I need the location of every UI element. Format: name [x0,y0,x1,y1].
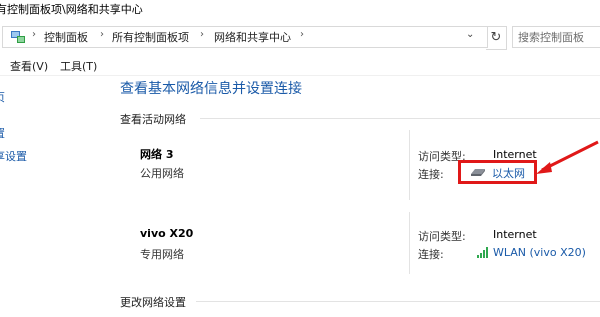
left-link-sharing-settings[interactable]: 享设置 [0,148,27,164]
section-divider [196,301,600,302]
address-dropdown-icon[interactable]: ⌄ [466,29,474,40]
menu-tools[interactable]: 工具(T) [60,58,97,74]
network-type[interactable]: 公用网络 [140,165,184,181]
network-divider [409,130,410,200]
search-placeholder: 搜索控制面板 [518,31,584,44]
network-type[interactable]: 专用网络 [140,246,184,262]
network-name: vivo X20 [140,227,194,240]
connection-label: 连接: [418,168,444,181]
breadcrumb-separator[interactable]: › [200,29,204,40]
breadcrumb-separator[interactable]: › [300,29,304,40]
annotation-arrow [536,140,599,174]
breadcrumb-network-center[interactable]: 网络和共享中心 [214,29,291,45]
change-settings-heading: 更改网络设置 [120,296,186,309]
breadcrumb-separator[interactable]: › [32,29,36,40]
breadcrumb-all-items[interactable]: 所有控制面板项 [112,29,189,45]
network-divider [409,212,410,274]
refresh-button[interactable]: ↻ [486,26,507,50]
highlight-box [458,160,537,184]
wifi-signal-icon [477,247,488,258]
breadcrumb-control-panel[interactable]: 控制面板 [44,29,88,45]
connection-label: 连接: [418,248,444,261]
wlan-connection-link[interactable]: WLAN (vivo X20) [493,246,586,259]
page-title: 查看基本网络信息并设置连接 [120,81,302,97]
access-type-value: Internet [493,228,537,241]
breadcrumb-separator[interactable]: › [100,29,104,40]
access-type-label: 访问类型: [418,230,466,243]
control-panel-icon [11,31,25,43]
active-networks-heading: 查看活动网络 [120,113,186,126]
left-link-adapter-settings[interactable]: 置 [0,125,5,141]
menu-view[interactable]: 查看(V) [10,58,48,74]
network-name: 网络 3 [140,148,174,161]
left-pane [0,76,104,317]
window-title: 有控制面板项\网络和共享中心 [0,3,143,16]
section-divider [200,118,600,119]
left-link-home[interactable]: 页 [0,89,5,105]
